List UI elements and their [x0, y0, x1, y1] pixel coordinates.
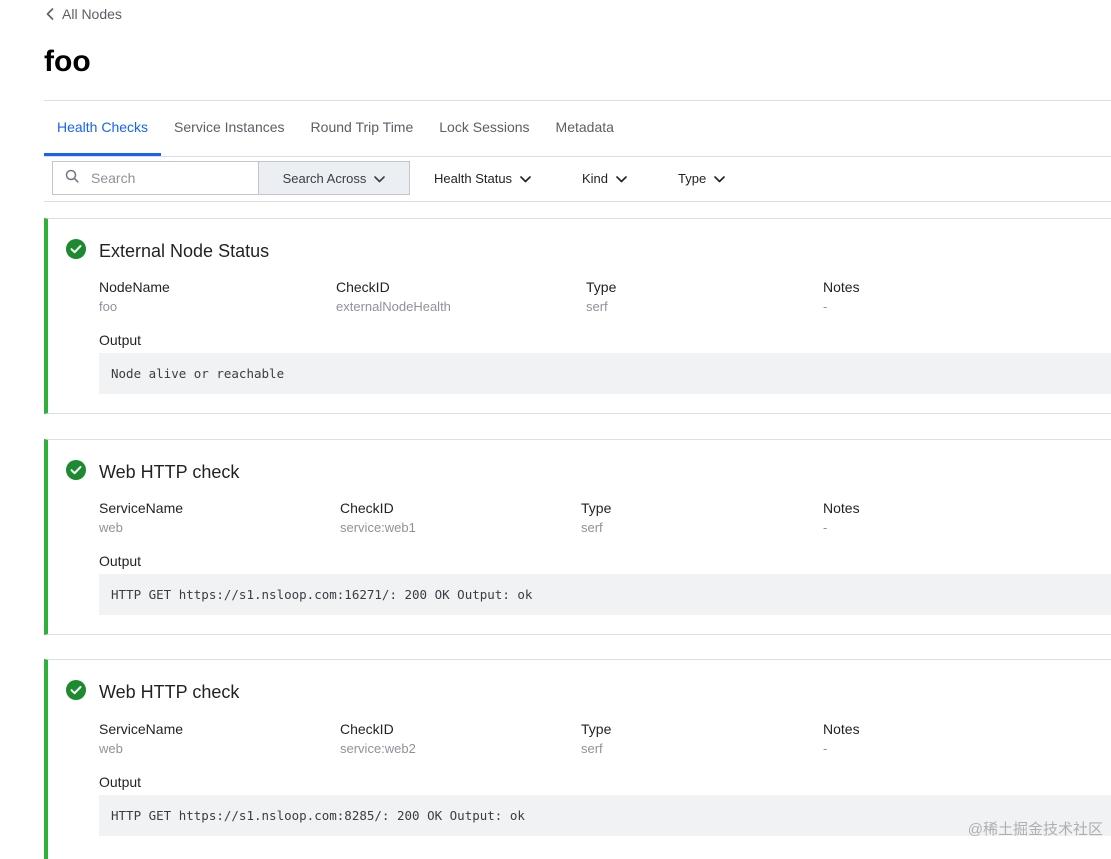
field-label: Type	[581, 500, 612, 516]
field-value: web	[99, 520, 123, 535]
search-box	[52, 161, 258, 195]
search-icon	[65, 169, 79, 188]
health-check-card: External Node Status NodeName foo CheckI…	[44, 218, 1111, 414]
check-field: ServiceName web	[99, 499, 183, 537]
kind-dropdown[interactable]: Kind	[582, 161, 627, 195]
field-value: serf	[581, 520, 603, 535]
field-label: Notes	[823, 721, 860, 737]
field-value: serf	[586, 299, 608, 314]
check-field: Type serf	[581, 499, 611, 537]
back-to-all-nodes-link[interactable]: All Nodes	[46, 4, 122, 24]
page-title: foo	[44, 45, 91, 78]
health-check-card: Web HTTP check ServiceName web CheckID s…	[44, 659, 1111, 859]
chevron-left-icon	[46, 8, 54, 20]
chevron-down-icon	[714, 171, 725, 186]
check-circle-icon	[66, 239, 86, 264]
watermark: @稀土掘金技术社区	[967, 821, 1103, 838]
search-across-label: Search Across	[282, 170, 367, 186]
check-output: HTTP GET https://s1.nsloop.com:8285/: 20…	[99, 795, 1111, 836]
field-value: foo	[99, 299, 118, 314]
check-circle-icon	[66, 680, 86, 705]
field-label: Notes	[823, 500, 860, 516]
type-label: Type	[678, 170, 707, 186]
check-field: CheckID service:web2	[340, 720, 416, 758]
type-dropdown[interactable]: Type	[678, 161, 725, 195]
field-label: Type	[586, 279, 617, 295]
chevron-down-icon	[616, 171, 627, 186]
check-field: ServiceName web	[99, 720, 183, 758]
tab-lock-sessions[interactable]: Lock Sessions	[426, 101, 542, 156]
field-value: -	[823, 520, 828, 535]
check-field: Type serf	[581, 720, 611, 758]
check-field: NodeName foo	[99, 278, 170, 316]
field-label: ServiceName	[99, 721, 184, 737]
field-label: CheckID	[336, 279, 390, 295]
check-output: Node alive or reachable	[99, 353, 1111, 394]
check-output: HTTP GET https://s1.nsloop.com:16271/: 2…	[99, 574, 1111, 615]
field-value: externalNodeHealth	[336, 299, 451, 314]
tab-round-trip-time[interactable]: Round Trip Time	[298, 101, 427, 156]
tab-bar: Health Checks Service Instances Round Tr…	[44, 101, 1111, 157]
check-field: Notes -	[823, 720, 860, 758]
tab-metadata[interactable]: Metadata	[543, 101, 627, 156]
check-field: Notes -	[823, 278, 860, 316]
field-label: CheckID	[340, 500, 394, 516]
field-value: web	[99, 741, 123, 756]
tab-health-checks[interactable]: Health Checks	[44, 101, 162, 156]
field-value: serf	[581, 741, 603, 756]
check-circle-icon	[66, 460, 86, 485]
check-field: CheckID externalNodeHealth	[336, 278, 451, 316]
field-value: service:web1	[340, 520, 416, 535]
check-field: Type serf	[586, 278, 616, 316]
field-value: service:web2	[340, 741, 416, 756]
tab-service-instances[interactable]: Service Instances	[161, 101, 298, 156]
health-status-label: Health Status	[434, 170, 513, 186]
field-label: ServiceName	[99, 500, 184, 516]
health-status-dropdown[interactable]: Health Status	[434, 161, 531, 195]
back-link-label: All Nodes	[62, 6, 122, 22]
filter-bar: Search Across Health Status Kind Type	[44, 157, 1111, 202]
field-label: Notes	[823, 279, 860, 295]
search-input[interactable]	[89, 169, 243, 187]
output-label: Output	[99, 553, 142, 569]
output-label: Output	[99, 774, 142, 790]
health-check-card: Web HTTP check ServiceName web CheckID s…	[44, 439, 1111, 635]
search-across-dropdown[interactable]: Search Across	[258, 161, 410, 195]
field-label: NodeName	[99, 279, 170, 295]
check-field: CheckID service:web1	[340, 499, 416, 537]
check-title: External Node Status	[99, 241, 270, 261]
field-value: -	[823, 741, 828, 756]
check-title: Web HTTP check	[99, 682, 240, 702]
field-label: Type	[581, 721, 612, 737]
field-value: -	[823, 299, 828, 314]
check-title: Web HTTP check	[99, 462, 240, 482]
check-field: Notes -	[823, 499, 860, 537]
chevron-down-icon	[374, 171, 386, 186]
output-label: Output	[99, 332, 142, 348]
kind-label: Kind	[582, 170, 609, 186]
field-label: CheckID	[340, 721, 394, 737]
chevron-down-icon	[520, 171, 531, 186]
